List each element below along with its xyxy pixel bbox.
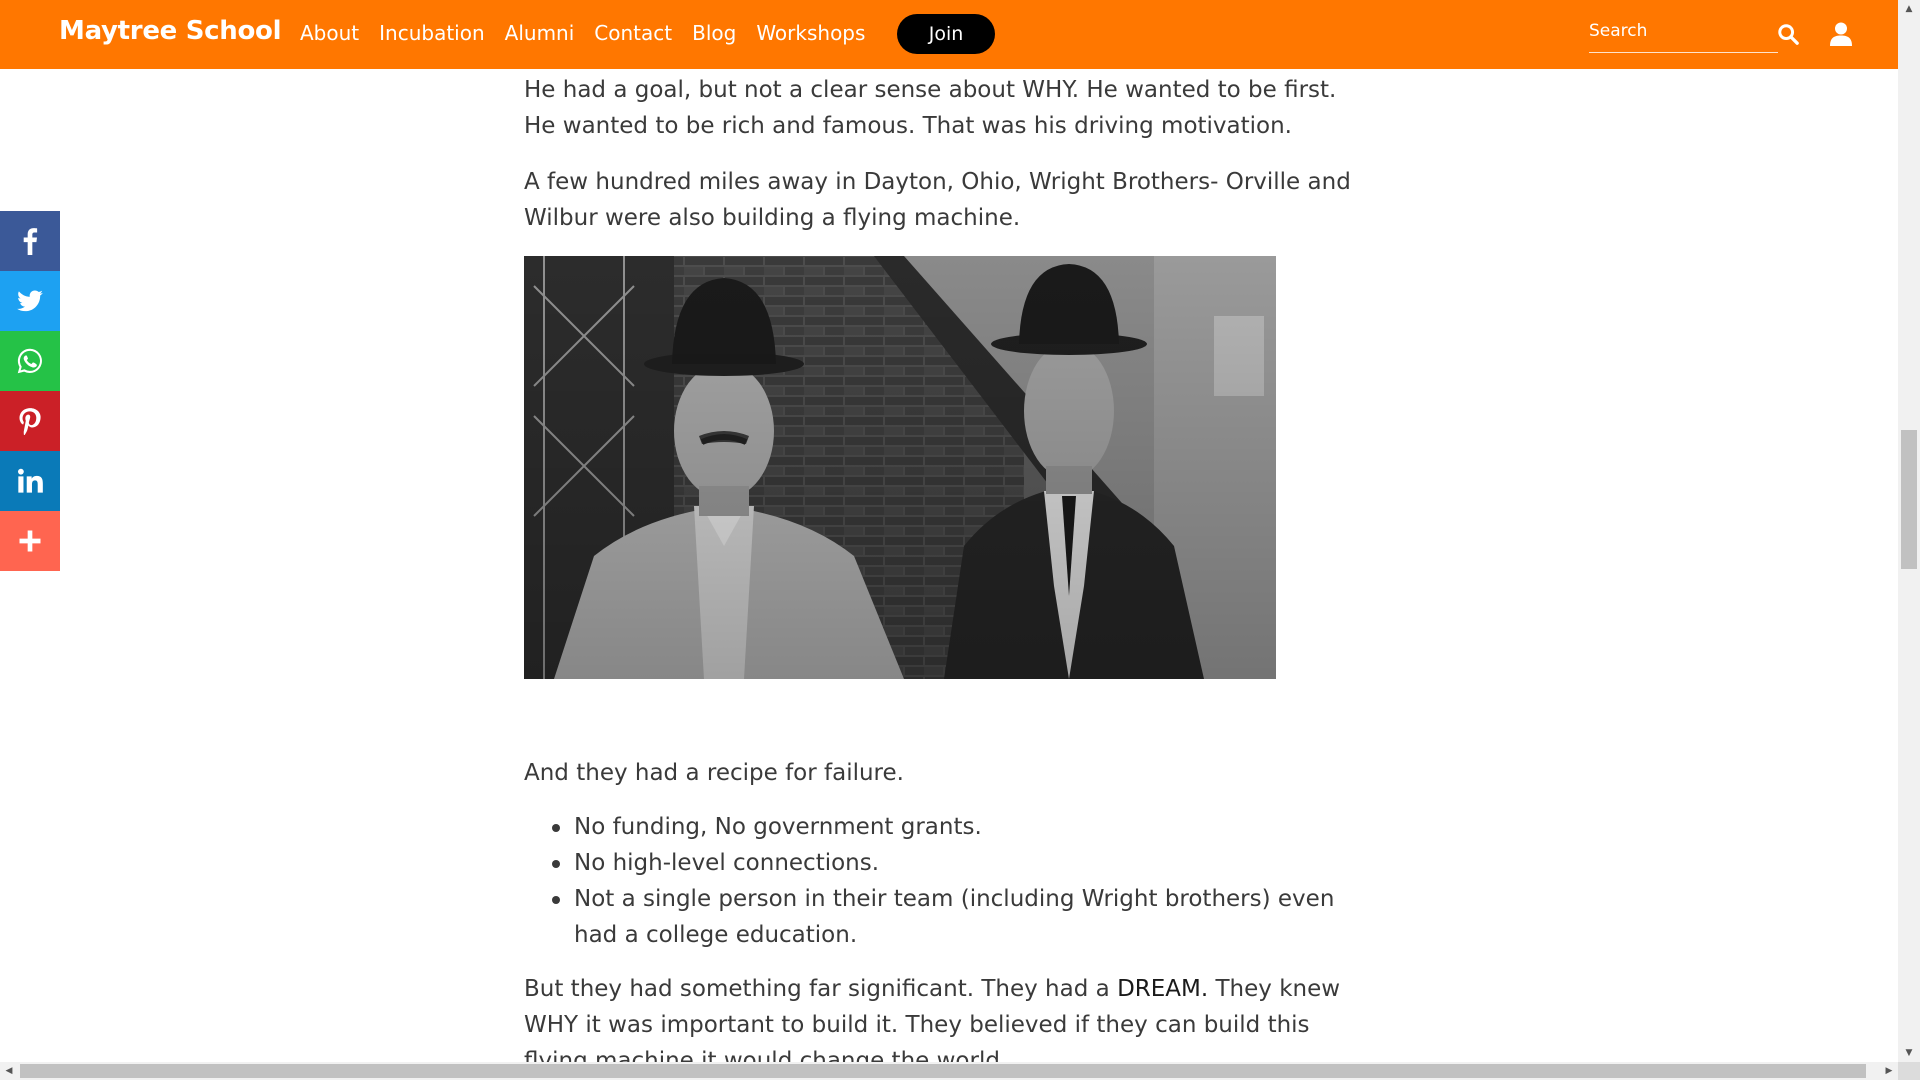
social-share-bar: [0, 211, 60, 571]
vertical-scroll-thumb[interactable]: [1901, 430, 1917, 569]
scrollbar-corner: [1898, 1062, 1920, 1080]
search-icon[interactable]: [1777, 23, 1799, 45]
main-nav: About Incubation Alumni Contact Blog Wor…: [300, 20, 885, 46]
horizontal-scroll-thumb[interactable]: [20, 1064, 1866, 1078]
text-segment: But they had something far significant. …: [524, 976, 1118, 1002]
scroll-up-arrow-icon[interactable]: ▲: [1898, 0, 1920, 18]
article-paragraph: He had a goal, but not a clear sense abo…: [524, 77, 1337, 139]
wright-brothers-image: [524, 256, 1276, 679]
plus-icon: [19, 530, 41, 552]
wright-brothers-photo: [524, 256, 1276, 679]
article-paragraph: And they had a recipe for failure.: [524, 760, 904, 786]
share-pinterest-button[interactable]: [0, 391, 60, 451]
site-logo[interactable]: Maytree School: [59, 16, 282, 46]
nav-contact[interactable]: Contact: [594, 20, 672, 46]
search-input[interactable]: [1589, 16, 1769, 46]
share-more-button[interactable]: [0, 511, 60, 571]
list-item: No funding, No government grants.: [524, 809, 1374, 845]
scroll-left-arrow-icon[interactable]: ◀: [0, 1062, 18, 1080]
nav-workshops[interactable]: Workshops: [756, 20, 865, 46]
list-item: No high-level connections.: [524, 845, 1374, 881]
nav-incubation[interactable]: Incubation: [379, 20, 485, 46]
search-box: [1589, 16, 1778, 53]
join-button[interactable]: Join: [897, 14, 995, 54]
share-twitter-button[interactable]: [0, 271, 60, 331]
pinterest-icon: [19, 408, 41, 435]
whatsapp-icon: [17, 348, 42, 374]
emphasis-dream: DREAM.: [1117, 976, 1209, 1002]
linkedin-icon: [17, 468, 43, 493]
failure-list: No funding, No government grants. No hig…: [524, 809, 1374, 953]
share-facebook-button[interactable]: [0, 211, 60, 271]
facebook-icon: [23, 228, 38, 255]
list-item: Not a single person in their team (inclu…: [524, 881, 1374, 953]
share-whatsapp-button[interactable]: [0, 331, 60, 391]
twitter-icon: [17, 290, 43, 312]
scroll-down-arrow-icon[interactable]: ▼: [1898, 1044, 1920, 1062]
nav-alumni[interactable]: Alumni: [505, 20, 575, 46]
nav-blog[interactable]: Blog: [692, 20, 736, 46]
article-paragraph: A few hundred miles away in Dayton, Ohio…: [524, 169, 1351, 231]
nav-about[interactable]: About: [300, 20, 359, 46]
user-icon[interactable]: [1830, 22, 1852, 46]
share-linkedin-button[interactable]: [0, 451, 60, 511]
top-nav-bar: Maytree School About Incubation Alumni C…: [0, 0, 1898, 69]
scroll-right-arrow-icon[interactable]: ▶: [1880, 1062, 1898, 1080]
